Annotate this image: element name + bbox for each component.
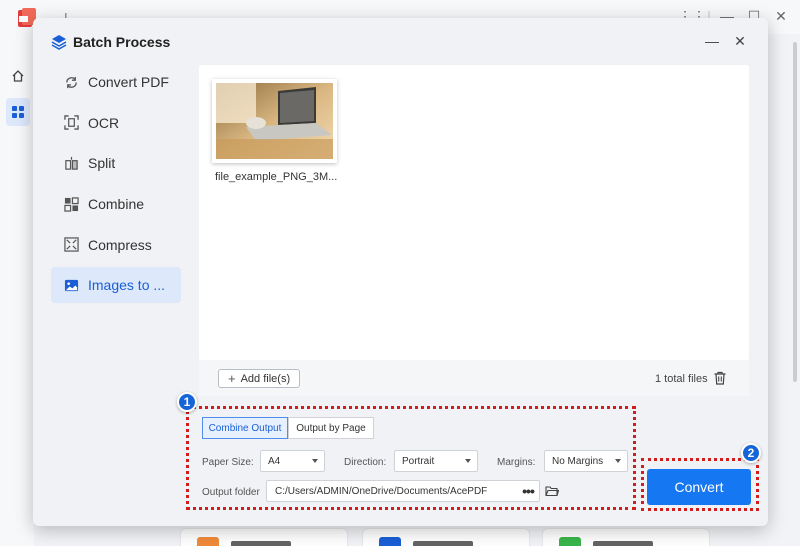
paper-size-value: A4	[268, 455, 281, 467]
paper-size-select[interactable]: A4	[260, 450, 325, 472]
direction-value: Portrait	[402, 455, 435, 467]
tool-card[interactable]	[542, 528, 710, 546]
convert-highlight: Convert	[641, 458, 759, 511]
nav-item-label: OCR	[88, 114, 120, 131]
combine-icon	[63, 196, 79, 212]
home-icon[interactable]	[6, 62, 30, 90]
add-files-label: Add file(s)	[240, 372, 291, 385]
nav-item-convert-pdf[interactable]: Convert PDF	[51, 64, 181, 100]
batch-nav: Convert PDF OCR Split Combine Compress I…	[51, 64, 181, 308]
batch-process-dialog: Batch Process — ✕ Convert PDF OCR Split …	[33, 18, 768, 526]
minimize-dialog-button[interactable]: —	[703, 32, 721, 50]
nav-item-label: Convert PDF	[88, 74, 169, 90]
nav-item-label: Compress	[88, 236, 152, 253]
chevron-down-icon	[465, 459, 471, 463]
more-options-button[interactable]: •••	[517, 480, 539, 502]
tools-grid-icon[interactable]	[6, 98, 30, 126]
file-name: file_example_PNG_3M...	[215, 171, 338, 183]
plus-icon: +	[228, 371, 236, 386]
nav-item-images-to-pdf[interactable]: Images to ...	[51, 267, 181, 304]
margins-label: Margins:	[497, 457, 536, 468]
file-list-footer: + Add file(s) 1 total files	[199, 360, 749, 396]
output-folder-field[interactable]: C:/Users/ADMIN/OneDrive/Documents/AcePDF	[266, 480, 540, 502]
file-thumbnail[interactable]	[212, 79, 337, 163]
split-icon	[63, 155, 79, 171]
tool-card[interactable]	[180, 528, 348, 546]
chevron-down-icon	[615, 459, 621, 463]
nav-item-label: Split	[88, 155, 116, 172]
nav-item-split[interactable]: Split	[51, 145, 181, 181]
tab-combine-output[interactable]: Combine Output	[202, 417, 288, 439]
step-badge-1: 1	[177, 392, 197, 412]
dialog-title: Batch Process	[73, 34, 171, 50]
ocr-icon	[63, 115, 79, 131]
layers-icon	[51, 35, 67, 50]
trash-icon[interactable]	[713, 371, 727, 385]
close-window-icon[interactable]: ✕	[772, 8, 790, 25]
compress-icon	[63, 237, 79, 253]
margins-select[interactable]: No Margins	[544, 450, 628, 472]
step-badge-2: 2	[741, 443, 761, 463]
nav-item-ocr[interactable]: OCR	[51, 105, 181, 141]
nav-item-combine[interactable]: Combine	[51, 186, 181, 222]
nav-item-label: Combine	[88, 196, 145, 213]
nav-item-compress[interactable]: Compress	[51, 227, 181, 263]
direction-label: Direction:	[344, 457, 387, 468]
margins-value: No Margins	[552, 455, 604, 467]
output-folder-path: C:/Users/ADMIN/OneDrive/Documents/AcePDF	[275, 485, 488, 497]
chevron-down-icon	[312, 459, 318, 463]
app-scrollbar[interactable]	[791, 36, 799, 546]
nav-item-label: Images to ...	[88, 277, 166, 294]
add-files-button[interactable]: + Add file(s)	[218, 369, 301, 388]
file-list-area: file_example_PNG_3M...	[199, 65, 749, 360]
total-files-count: 1 total files	[655, 373, 708, 385]
output-folder-label: Output folder	[202, 487, 260, 498]
image-icon	[63, 277, 79, 293]
folder-open-icon[interactable]	[545, 484, 559, 498]
app-sidebar	[0, 34, 34, 546]
file-preview-image	[216, 83, 333, 159]
direction-select[interactable]: Portrait	[394, 450, 478, 472]
tab-output-by-page[interactable]: Output by Page	[288, 417, 374, 439]
close-dialog-button[interactable]: ✕	[731, 32, 749, 50]
output-options-panel: Combine Output Output by Page Paper Size…	[186, 406, 636, 510]
tool-card[interactable]	[362, 528, 530, 546]
paper-size-label: Paper Size:	[202, 457, 254, 468]
convert-button[interactable]: Convert	[647, 469, 751, 505]
refresh-icon	[63, 74, 79, 90]
